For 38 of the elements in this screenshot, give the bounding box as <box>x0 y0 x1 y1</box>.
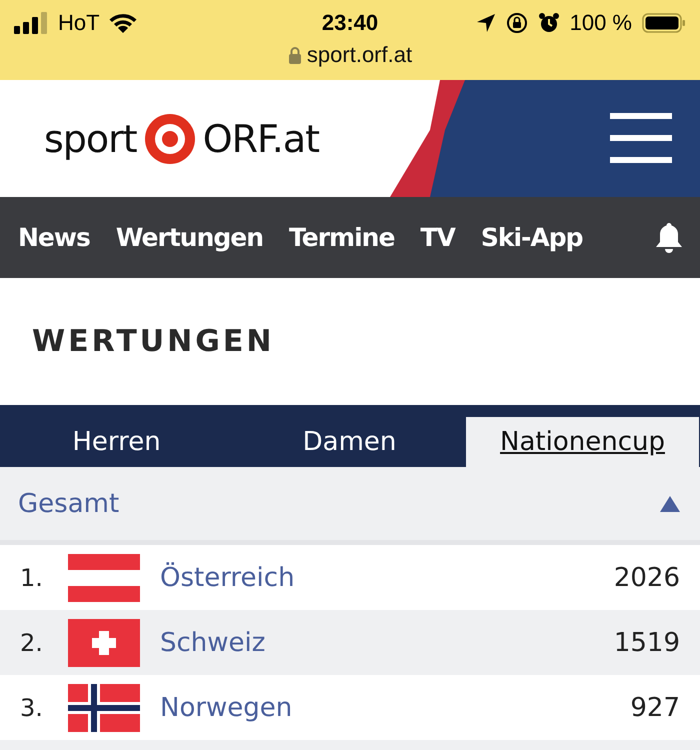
rotation-lock-icon <box>506 12 528 34</box>
carrier-name: HoT <box>58 10 100 36</box>
points-value: 1519 <box>614 628 680 658</box>
nav-link[interactable]: Termine <box>289 223 394 252</box>
tab[interactable]: Damen <box>233 417 466 467</box>
country-link[interactable]: Norwegen <box>160 692 292 722</box>
tab[interactable]: Nationencup <box>466 417 699 467</box>
points-value: 2026 <box>614 562 680 592</box>
lock-icon <box>288 46 302 64</box>
flag-icon <box>68 618 140 666</box>
flag-icon <box>68 554 140 602</box>
location-arrow-icon <box>476 13 496 33</box>
nav-link[interactable]: Wertungen <box>116 223 264 252</box>
nav-link[interactable]: TV <box>420 223 455 252</box>
points-value: 927 <box>630 692 680 722</box>
nav-link[interactable]: News <box>18 223 90 252</box>
alarm-clock-icon <box>538 12 560 34</box>
tab[interactable]: Herren <box>0 417 233 467</box>
clock-time: 23:40 <box>322 10 378 36</box>
country-link[interactable]: Schweiz <box>160 628 266 658</box>
rank-number: 2. <box>20 628 44 656</box>
battery-percent: 100 % <box>570 10 632 36</box>
logo-text[interactable]: ORF.at <box>202 116 320 160</box>
signal-icon <box>14 12 50 34</box>
nav-link[interactable]: Ski-App <box>480 223 583 252</box>
wifi-icon <box>108 12 138 34</box>
flag-icon <box>68 684 140 732</box>
rank-number: 1. <box>20 564 44 592</box>
logo-text[interactable]: sport <box>44 116 137 160</box>
country-link[interactable]: Österreich <box>160 562 295 592</box>
menu-icon <box>610 112 672 164</box>
rank-number: 3. <box>20 694 44 722</box>
page-title: WERTUNGEN <box>32 324 274 359</box>
bell-icon <box>654 222 684 254</box>
url-text[interactable]: sport.orf.at <box>306 42 412 68</box>
battery-icon <box>642 12 686 34</box>
section-title: Gesamt <box>18 488 120 518</box>
target-logo-icon <box>144 114 195 164</box>
